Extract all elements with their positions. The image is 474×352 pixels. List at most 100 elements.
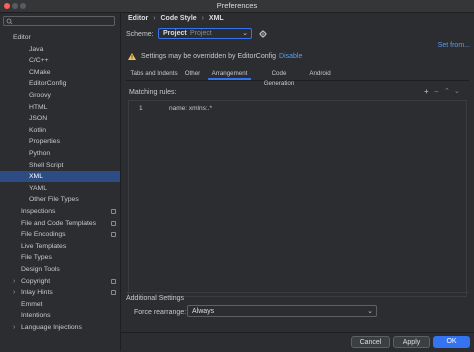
scheme-dropdown[interactable]: Project Project ⌄	[158, 28, 252, 39]
sidebar-item[interactable]: Shell Script	[0, 160, 120, 171]
set-from-link[interactable]: Set from...	[438, 42, 470, 49]
breadcrumb-separator: ›	[201, 15, 204, 22]
breadcrumb-xml: XML	[208, 15, 224, 22]
project-settings-icon	[111, 232, 116, 238]
matching-rules-list[interactable]: 1 name: xmlns:.*	[128, 100, 467, 297]
sidebar-item-label: Other File Types	[29, 196, 79, 204]
sidebar-item[interactable]: › Language Injections	[0, 322, 120, 333]
sidebar-item[interactable]: › Inlay Hints	[0, 287, 120, 298]
list-item[interactable]: 1 name: xmlns:.*	[139, 105, 212, 112]
force-rearrange-dropdown[interactable]: Always ⌄	[187, 305, 377, 317]
window-title: Preferences	[216, 1, 258, 10]
sidebar-item-label: File Encodings	[21, 231, 66, 239]
scheme-hint: Project	[190, 30, 212, 37]
sidebar-item-label: Intentions	[21, 312, 51, 320]
settings-sidebar: Editor Java C/C++ CMake EditorConfig Groovy HT…	[0, 13, 121, 351]
sidebar-item-label: Emmet	[21, 300, 43, 308]
sidebar-item-label: XML	[29, 173, 43, 181]
sidebar-item[interactable]: JSON	[0, 113, 120, 124]
sidebar-item-label: Design Tools	[21, 266, 60, 273]
sidebar-item[interactable]: Python	[0, 148, 120, 159]
sidebar-item[interactable]: CMake	[0, 67, 120, 78]
sidebar-item[interactable]: C/C++	[0, 55, 120, 66]
scheme-value: Project	[163, 30, 187, 37]
sidebar-item-label: C/C++	[29, 57, 49, 65]
force-rearrange-label: Force rearrange:	[134, 309, 187, 316]
project-settings-icon	[111, 278, 116, 284]
sidebar-item-label: CMake	[29, 68, 51, 76]
matching-rules-label: Matching rules:	[129, 89, 177, 96]
chevron-right-icon[interactable]: ›	[13, 276, 15, 287]
sidebar-item[interactable]: YAML	[0, 183, 120, 194]
sidebar-item[interactable]: Java	[0, 44, 120, 55]
sidebar-item-label: Kotlin	[29, 126, 47, 134]
project-settings-icon	[111, 209, 116, 214]
chevron-down-icon: ⌄	[367, 308, 373, 315]
warning-icon	[128, 53, 136, 60]
sidebar-item[interactable]: File Types	[0, 252, 120, 263]
sidebar-item-label: EditorConfig	[29, 80, 67, 88]
remove-icon[interactable]: −	[434, 87, 439, 96]
sidebar-item-label: YAML	[29, 184, 48, 192]
tab-code-generation[interactable]: Code Generation	[256, 69, 302, 87]
sidebar-item[interactable]: File and Code Templates	[0, 218, 120, 229]
sidebar-item-label: Inlay Hints	[21, 289, 53, 297]
cancel-button[interactable]: Cancel	[351, 336, 390, 348]
sidebar-item[interactable]: HTML	[0, 102, 120, 113]
project-settings-icon	[111, 220, 116, 226]
sidebar-item[interactable]: Editor	[0, 32, 120, 43]
breadcrumb-separator: ›	[153, 15, 156, 22]
ok-button[interactable]: OK	[433, 336, 470, 348]
sidebar-item[interactable]: EditorConfig	[0, 78, 120, 89]
dialog-footer: Cancel Apply OK	[121, 332, 474, 352]
settings-content: Editor › Code Style › XML Scheme: Projec…	[121, 13, 474, 352]
rule-index: 1	[139, 105, 143, 112]
sidebar-item-label: File Types	[21, 254, 52, 262]
sidebar-item[interactable]: Kotlin	[0, 125, 120, 136]
tab-tabs-and-indents[interactable]: Tabs and Indents	[130, 69, 178, 80]
gear-icon[interactable]	[259, 30, 267, 38]
editorconfig-warning: Settings may be overridden by EditorConf…	[141, 53, 302, 60]
tab-other[interactable]: Other	[183, 69, 202, 80]
sidebar-item-label: Editor	[13, 34, 31, 41]
sidebar-item-label: Inspections	[21, 208, 56, 215]
settings-search-input[interactable]	[3, 16, 115, 26]
move-down-icon[interactable]: ⌄	[454, 87, 460, 95]
rules-toolbar: + − ⌃ ⌄	[424, 87, 464, 97]
tab-arrangement[interactable]: Arrangement	[208, 69, 251, 80]
sidebar-item[interactable]: Inspections	[0, 206, 120, 217]
breadcrumb: Editor › Code Style › XML	[128, 15, 227, 22]
scheme-label: Scheme:	[126, 31, 154, 38]
title-bar: Preferences	[0, 0, 474, 13]
sidebar-item[interactable]: Other File Types	[0, 194, 120, 205]
breadcrumb-code-style[interactable]: Code Style	[160, 15, 196, 22]
sidebar-item[interactable]: Intentions	[0, 310, 120, 321]
sidebar-item[interactable]: XML	[0, 171, 120, 183]
add-icon[interactable]: +	[424, 87, 429, 96]
sidebar-item[interactable]: › Copyright	[0, 276, 120, 287]
chevron-right-icon[interactable]: ›	[13, 287, 15, 298]
search-icon	[6, 18, 13, 25]
sidebar-item-label: Java	[29, 45, 44, 53]
sidebar-item[interactable]: Emmet	[0, 299, 120, 310]
sidebar-item-label: JSON	[29, 115, 48, 123]
sidebar-item-label: Shell Script	[29, 161, 64, 169]
chevron-down-icon: ⌄	[242, 30, 248, 37]
sidebar-item-label: Live Templates	[21, 242, 67, 250]
move-up-icon[interactable]: ⌃	[444, 87, 450, 95]
apply-button[interactable]: Apply	[393, 336, 430, 348]
project-settings-icon	[111, 290, 116, 296]
sidebar-item-label: HTML	[29, 103, 48, 111]
disable-link[interactable]: Disable	[279, 53, 302, 60]
sidebar-item[interactable]: File Encodings	[0, 229, 120, 240]
sidebar-item[interactable]: Design Tools	[0, 264, 120, 275]
warning-text: Settings may be overridden by EditorConf…	[141, 53, 277, 60]
sidebar-item[interactable]: Live Templates	[0, 241, 120, 252]
sidebar-item-label: Copyright	[21, 277, 51, 285]
chevron-right-icon[interactable]: ›	[13, 322, 15, 333]
sidebar-item-label: File and Code Templates	[21, 219, 97, 227]
sidebar-item[interactable]: Properties	[0, 136, 120, 147]
breadcrumb-editor[interactable]: Editor	[128, 15, 148, 22]
tab-android[interactable]: Android	[308, 69, 332, 80]
sidebar-item[interactable]: Groovy	[0, 90, 120, 101]
